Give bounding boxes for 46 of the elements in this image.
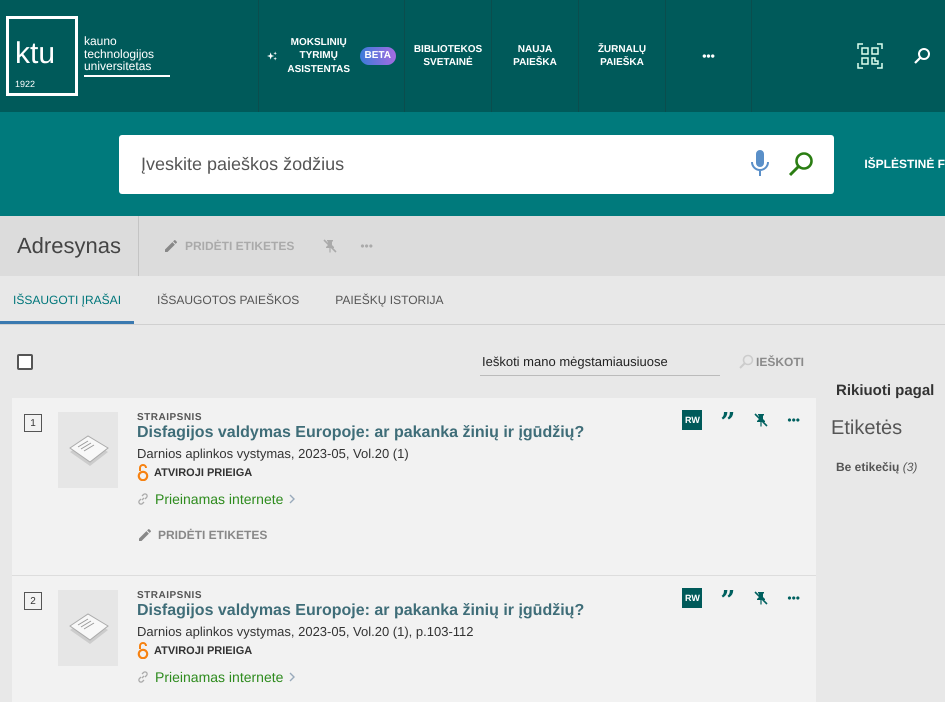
microphone-icon[interactable]: [750, 149, 770, 179]
record-title-link[interactable]: Disfagijos valdymas Europoje: ar pakanka žinių ir įgūdžių?: [137, 424, 584, 442]
search-bar[interactable]: Įveskite paieškos žodžius: [119, 134, 834, 194]
more-button[interactable]: •••: [787, 413, 800, 427]
link-icon: [137, 671, 149, 683]
open-lock-icon: [137, 642, 149, 659]
unpin-icon[interactable]: [753, 590, 770, 606]
search-icon: [738, 354, 754, 370]
record-type: STRAIPSNIS: [137, 590, 202, 601]
university-logo[interactable]: ktu 1922 kauno technologijos universitetas: [0, 0, 258, 112]
tab[interactable]: IŠSAUGOTOS PAIEŠKOS: [144, 276, 312, 324]
chevron-icon: [289, 494, 296, 504]
online-access-link[interactable]: Prieinamas internete: [155, 669, 284, 685]
unpin-icon[interactable]: [753, 412, 770, 428]
result-number: 1: [24, 414, 42, 432]
link-icon: [137, 493, 149, 505]
sort-label: Rikiuoti pagal: [836, 382, 936, 399]
search-icon[interactable]: [788, 151, 814, 177]
beta-badge: BETA: [360, 47, 396, 65]
tags-heading: Etiketės: [831, 417, 904, 440]
pencil-icon: [137, 527, 153, 543]
open-access-label: ATVIROJI PRIEIGA: [154, 466, 252, 478]
result-number: 2: [24, 592, 42, 610]
tag-filter[interactable]: Be etikečių (3): [836, 460, 918, 474]
search-icon[interactable]: [913, 47, 931, 65]
qr-code-icon[interactable]: [857, 43, 883, 69]
open-access-label: ATVIROJI PRIEIGA: [154, 644, 252, 656]
pencil-icon: [163, 238, 179, 254]
open-lock-icon: [137, 464, 149, 481]
record-title-link[interactable]: Disfagijos valdymas Europoje: ar pakanka žinių ir įgūdžių?: [137, 602, 584, 620]
tab[interactable]: PAIEŠKŲ ISTORIJA: [322, 276, 457, 324]
cite-button[interactable]: ”: [720, 410, 736, 430]
page-title: Adresynas: [0, 216, 139, 276]
select-all-checkbox[interactable]: [17, 354, 33, 370]
rw-button[interactable]: RW: [682, 588, 702, 608]
filter-field[interactable]: Ieškoti mano mėgstamiausiuose: [480, 348, 720, 376]
online-access-link[interactable]: Prieinamas internete: [155, 491, 284, 507]
record-type: STRAIPSNIS: [137, 412, 202, 423]
tab[interactable]: IŠSAUGOTI ĮRAŠAI: [0, 276, 134, 324]
advanced-search-link[interactable]: IŠPLĖSTINĖ F: [864, 157, 945, 171]
record-source: Darnios aplinkos vystymas, 2023-05, Vol.20 (1), p.103-112: [137, 624, 474, 639]
chevron-icon: [289, 672, 296, 682]
rw-button[interactable]: RW: [682, 410, 702, 430]
more-button[interactable]: •••: [787, 591, 800, 605]
cite-button[interactable]: ”: [720, 588, 736, 608]
record-source: Darnios aplinkos vystymas, 2023-05, Vol.20 (1): [137, 446, 409, 461]
